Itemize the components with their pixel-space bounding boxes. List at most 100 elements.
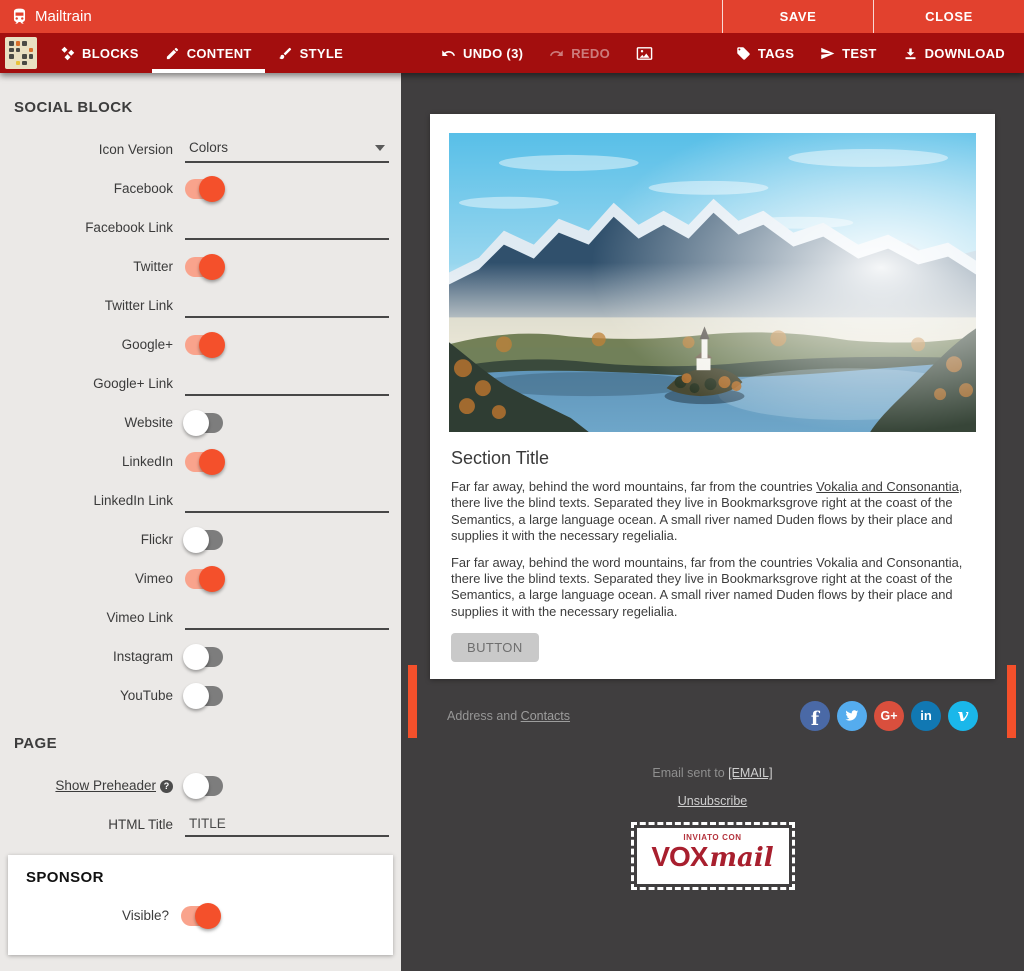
facebook-toggle[interactable] xyxy=(185,179,223,199)
facebook-icon[interactable]: f xyxy=(800,701,830,731)
sponsor-heading: SPONSOR xyxy=(26,869,377,886)
redo-icon xyxy=(549,46,564,61)
row-twitter: Twitter xyxy=(12,253,389,280)
linkedin-label: LinkedIn xyxy=(12,454,173,469)
facebook-link-input[interactable] xyxy=(185,216,389,240)
paragraph-1[interactable]: Far far away, behind the word mountains,… xyxy=(451,479,976,545)
close-button[interactable]: CLOSE xyxy=(873,0,1024,33)
vimeo-icon[interactable]: v xyxy=(948,701,978,731)
download-icon xyxy=(903,46,918,61)
row-flickr: Flickr xyxy=(12,526,389,553)
html-title-input[interactable] xyxy=(185,813,389,837)
save-button[interactable]: SAVE xyxy=(722,0,873,33)
email-button-sample[interactable]: BUTTON xyxy=(451,633,539,662)
page-heading: PAGE xyxy=(14,735,389,752)
social-block-heading: SOCIAL BLOCK xyxy=(14,99,389,116)
contacts-link[interactable]: Contacts xyxy=(521,709,570,723)
instagram-label: Instagram xyxy=(12,649,173,664)
google-plus-link-label: Google+ Link xyxy=(12,376,173,391)
row-linkedin: LinkedIn xyxy=(12,448,389,475)
twitter-icon[interactable] xyxy=(837,701,867,731)
chevron-down-icon xyxy=(375,145,385,156)
vokalia-link[interactable]: Vokalia and Consonantia xyxy=(816,479,959,494)
html-title-label: HTML Title xyxy=(12,817,173,832)
address-line: Address and Contacts xyxy=(447,709,570,723)
sponsor-card: SPONSOR Visible? xyxy=(8,855,393,955)
top-app-bar: Mailtrain SAVE CLOSE xyxy=(0,0,1024,33)
email-token-link[interactable]: [EMAIL] xyxy=(728,766,772,780)
settings-sidebar: SOCIAL BLOCK Icon Version Colors Facebook F… xyxy=(0,73,401,971)
linkedin-link-input[interactable] xyxy=(185,489,389,513)
sponsor-visible-toggle[interactable] xyxy=(181,906,219,926)
show-preheader-toggle[interactable] xyxy=(185,776,223,796)
row-html-title: HTML Title xyxy=(12,811,389,838)
app-title: Mailtrain xyxy=(35,8,92,25)
show-preheader-label[interactable]: Show Preheader? xyxy=(12,778,173,793)
row-instagram: Instagram xyxy=(12,643,389,670)
website-toggle[interactable] xyxy=(185,413,223,433)
website-label: Website xyxy=(12,415,173,430)
youtube-toggle[interactable] xyxy=(185,686,223,706)
mosaico-logo xyxy=(5,37,37,69)
tab-content[interactable]: CONTENT xyxy=(152,33,265,73)
hero-lake-mountains-image[interactable] xyxy=(449,133,976,432)
facebook-link-label: Facebook Link xyxy=(12,220,173,235)
vimeo-toggle[interactable] xyxy=(185,569,223,589)
unsubscribe-link[interactable]: Unsubscribe xyxy=(678,794,747,808)
show-preheader-help-icon[interactable]: ? xyxy=(160,780,173,793)
tab-blocks[interactable]: BLOCKS xyxy=(47,33,152,73)
icon-version-label: Icon Version xyxy=(12,142,173,157)
vimeo-link-label: Vimeo Link xyxy=(12,610,173,625)
row-youtube: YouTube xyxy=(12,682,389,709)
image-icon xyxy=(636,45,653,62)
email-body-block[interactable]: Section Title Far far away, behind the w… xyxy=(430,114,995,679)
email-footer-block[interactable]: Address and Contacts f G+inv xyxy=(430,679,995,752)
flickr-label: Flickr xyxy=(12,532,173,547)
email-sent-line: Email sent to [EMAIL] xyxy=(430,766,995,780)
vimeo-label: Vimeo xyxy=(12,571,173,586)
block-selection-bar-right[interactable] xyxy=(1007,665,1016,738)
row-vimeo: Vimeo xyxy=(12,565,389,592)
brush-icon xyxy=(278,46,293,61)
twitter-label: Twitter xyxy=(12,259,173,274)
tab-style[interactable]: STYLE xyxy=(265,33,356,73)
image-gallery-button[interactable] xyxy=(623,33,666,73)
twitter-link-input[interactable] xyxy=(185,294,389,318)
redo-button[interactable]: REDO xyxy=(536,33,623,73)
row-google-plus: Google+ xyxy=(12,331,389,358)
voxmail-sponsor-badge[interactable]: INVIATO CON VOXmail xyxy=(634,825,792,887)
facebook-label: Facebook xyxy=(12,181,173,196)
google-plus-link-input[interactable] xyxy=(185,372,389,396)
row-linkedin-link: LinkedIn Link xyxy=(12,487,389,514)
google-plus-toggle[interactable] xyxy=(185,335,223,355)
block-selection-bar-left[interactable] xyxy=(408,665,417,738)
tags-button[interactable]: TAGS xyxy=(723,33,807,73)
pencil-icon xyxy=(165,46,180,61)
test-button[interactable]: TEST xyxy=(807,33,889,73)
section-title[interactable]: Section Title xyxy=(451,447,976,469)
vimeo-link-input[interactable] xyxy=(185,606,389,630)
row-website: Website xyxy=(12,409,389,436)
row-icon-version: Icon Version Colors xyxy=(12,136,389,163)
tag-icon xyxy=(736,46,751,61)
row-facebook: Facebook xyxy=(12,175,389,202)
linkedin-toggle[interactable] xyxy=(185,452,223,472)
download-button[interactable]: DOWNLOAD xyxy=(890,33,1018,73)
icon-version-select[interactable]: Colors xyxy=(185,137,389,163)
voxmail-logo: VOXmail xyxy=(637,842,789,877)
row-google-plus-link: Google+ Link xyxy=(12,370,389,397)
flickr-toggle[interactable] xyxy=(185,530,223,550)
twitter-link-label: Twitter Link xyxy=(12,298,173,313)
twitter-toggle[interactable] xyxy=(185,257,223,277)
undo-button[interactable]: UNDO (3) xyxy=(428,33,536,73)
google-plus-icon[interactable]: G+ xyxy=(874,701,904,731)
linkedin-icon[interactable]: in xyxy=(911,701,941,731)
app-brand: Mailtrain xyxy=(0,0,722,33)
editor-toolbar: BLOCKS CONTENT STYLE UNDO (3) REDO TAGS xyxy=(0,33,1024,73)
email-preview-panel: Section Title Far far away, behind the w… xyxy=(401,73,1024,971)
youtube-label: YouTube xyxy=(12,688,173,703)
row-vimeo-link: Vimeo Link xyxy=(12,604,389,631)
instagram-toggle[interactable] xyxy=(185,647,223,667)
paragraph-2[interactable]: Far far away, behind the word mountains,… xyxy=(451,555,976,621)
cubes-icon xyxy=(60,46,75,61)
